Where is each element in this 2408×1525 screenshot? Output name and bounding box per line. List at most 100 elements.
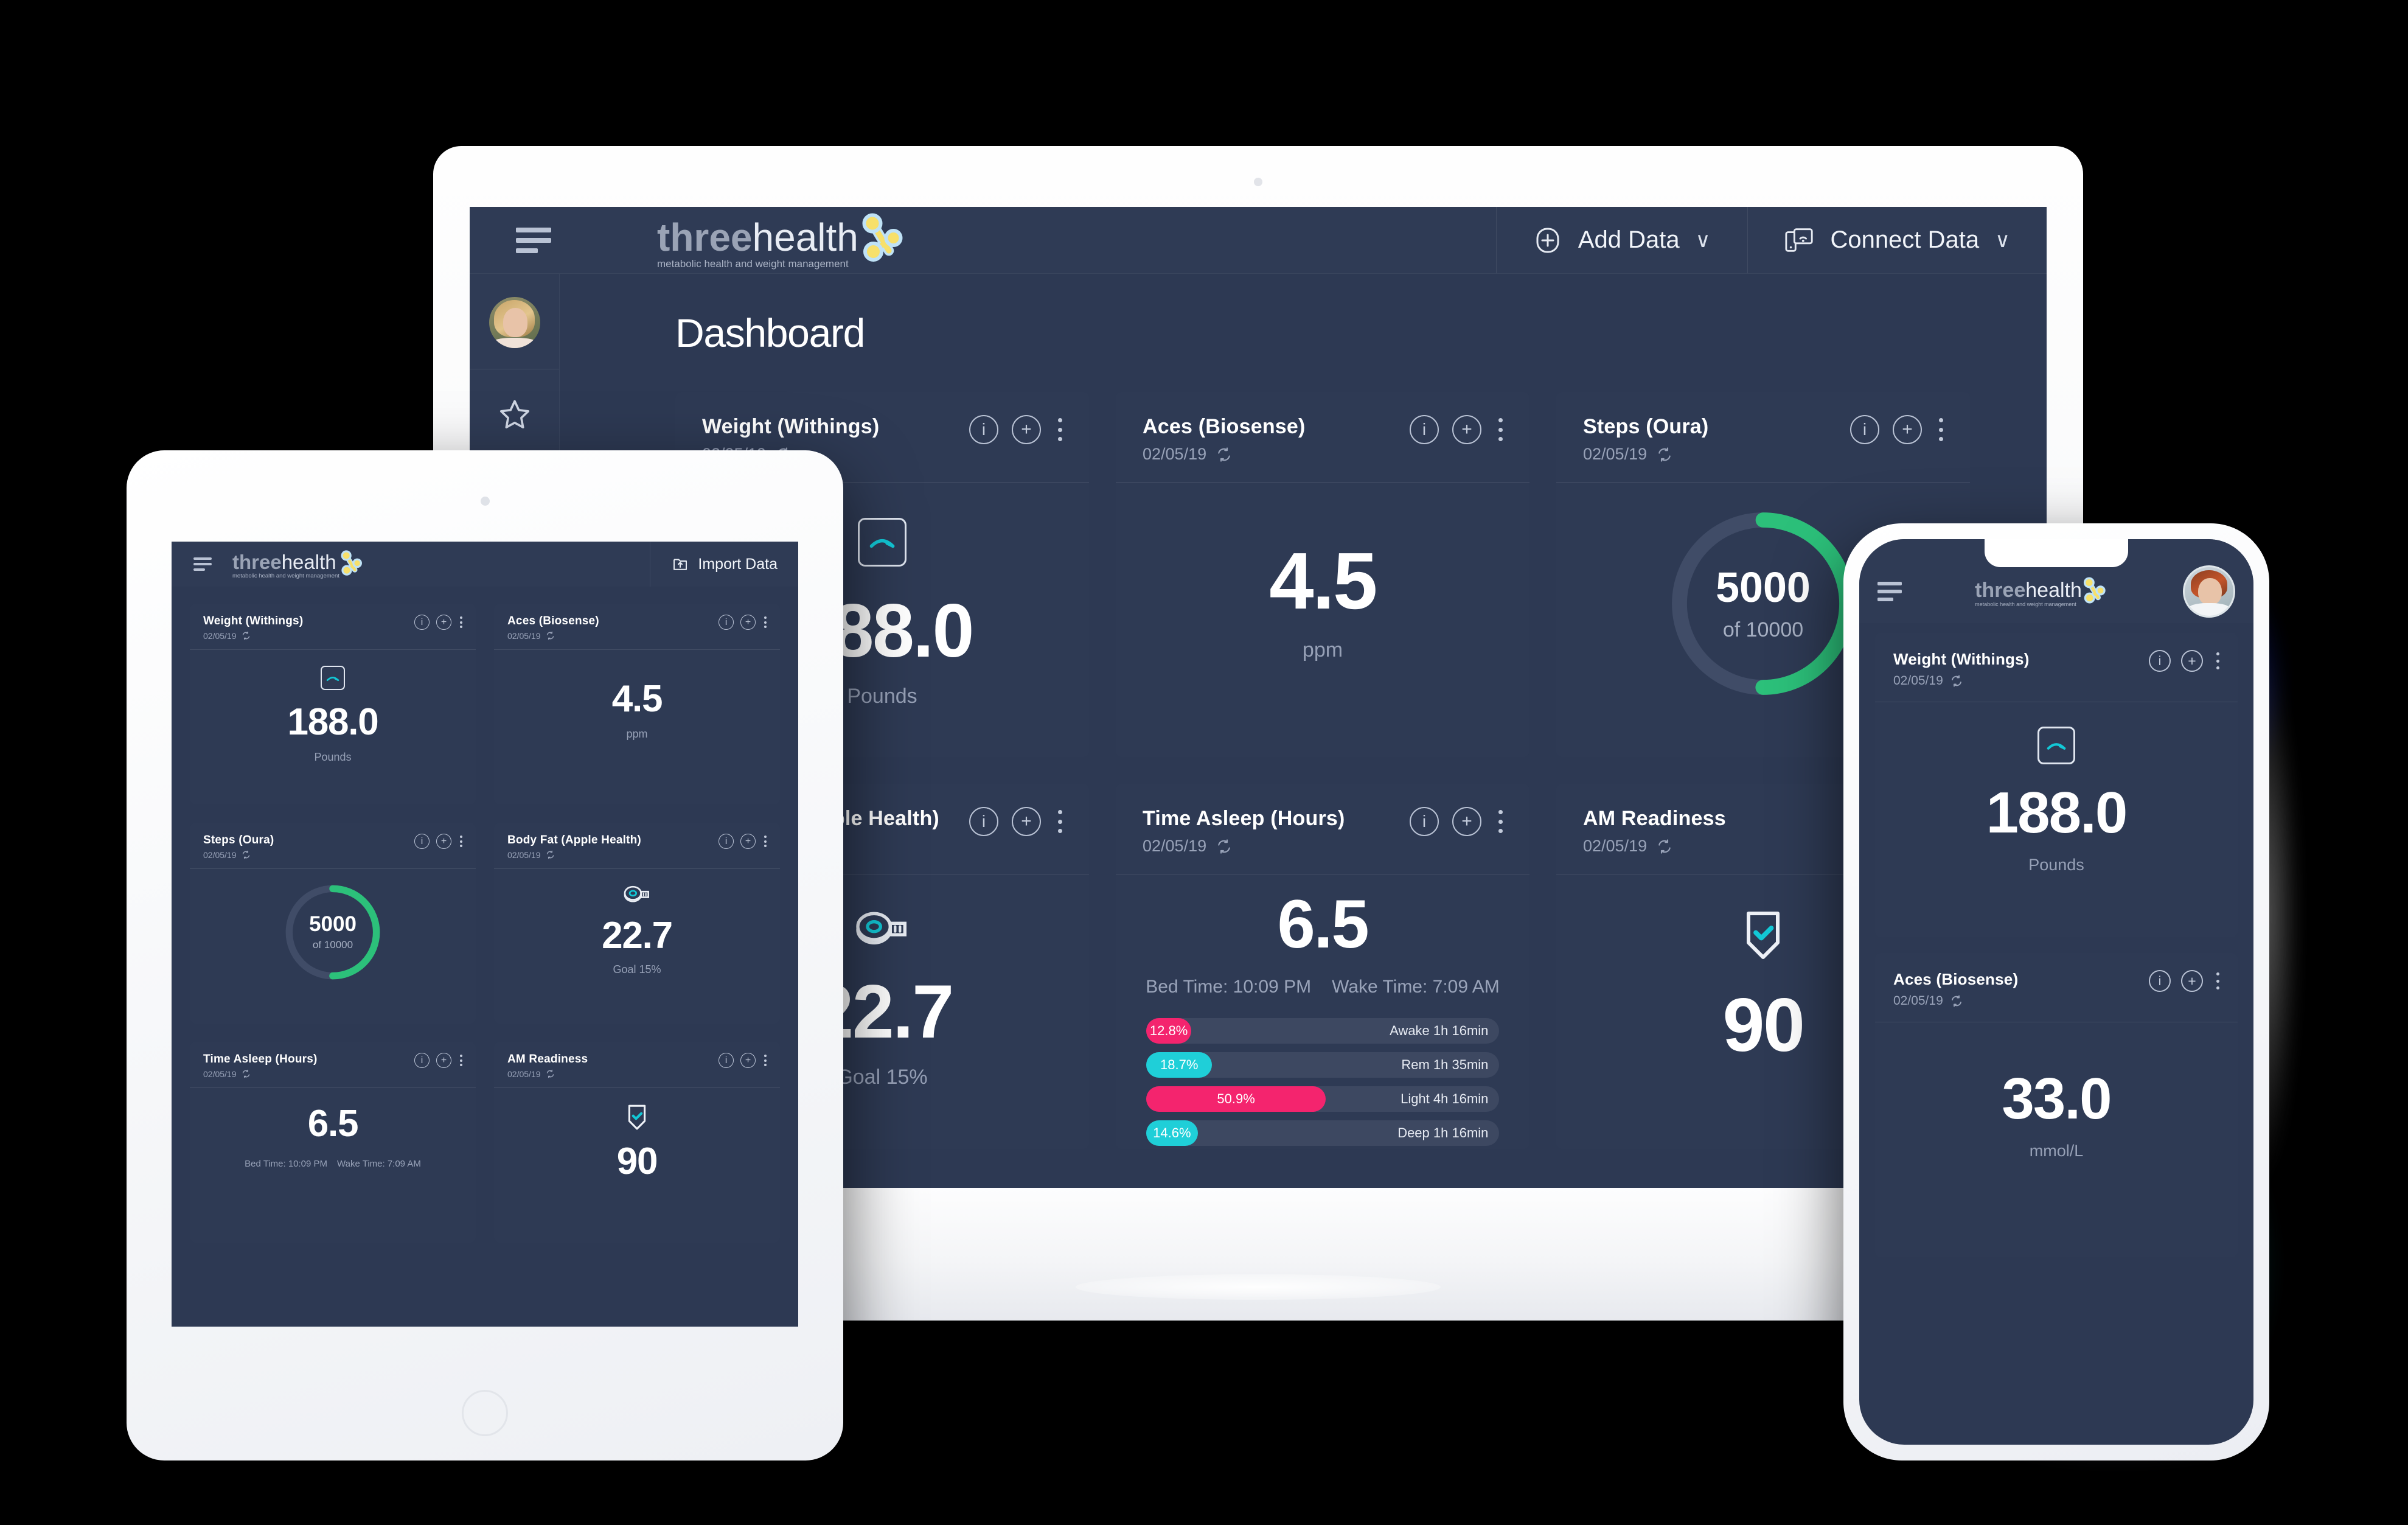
brand-logo: threehealth metabolic health and weight … (657, 211, 911, 270)
info-icon[interactable]: i (719, 1053, 734, 1068)
sync-icon[interactable] (1655, 445, 1674, 464)
card-aces-biosense[interactable]: Aces (Biosense) 02/05/19 i + (1116, 392, 1529, 757)
card-unit: Pounds (2028, 856, 2084, 874)
sidebar-item-favorites[interactable] (470, 369, 559, 461)
brand-logo: threehealth metabolic health and weight … (232, 549, 366, 579)
brand-tagline: metabolic health and weight management (232, 573, 339, 579)
card-title: Aces (Biosense) (507, 615, 599, 627)
brand-logo: threehealth metabolic health and weight … (1975, 576, 2110, 607)
more-options-icon[interactable] (764, 1055, 767, 1066)
chevron-down-icon[interactable]: ∨ (1696, 228, 1711, 253)
info-icon[interactable]: i (414, 1053, 430, 1068)
sync-icon[interactable] (545, 850, 555, 860)
more-options-icon[interactable] (2216, 652, 2219, 669)
info-icon[interactable]: i (1410, 415, 1439, 444)
sync-icon[interactable] (1655, 837, 1674, 856)
card-unit: ppm (1302, 638, 1343, 661)
more-options-icon[interactable] (460, 836, 462, 847)
info-icon[interactable]: i (414, 615, 430, 630)
more-options-icon[interactable] (460, 1055, 462, 1066)
card-time-asleep-hours[interactable]: Time Asleep (Hours) 02/05/19 i + 6.5 Bed… (1116, 784, 1529, 1149)
add-icon[interactable]: + (740, 1053, 756, 1068)
more-options-icon[interactable] (764, 836, 767, 847)
import-data-button[interactable]: Import Data (650, 542, 798, 587)
card-time-asleep-hours[interactable]: Time Asleep (Hours) 02/05/19 i + 6.5 Bed… (190, 1042, 476, 1243)
chevron-down-icon[interactable]: ∨ (1995, 228, 2010, 253)
avatar[interactable] (489, 297, 540, 348)
add-icon[interactable]: + (2181, 650, 2203, 672)
sync-icon[interactable] (545, 630, 555, 641)
add-icon[interactable]: + (1452, 415, 1481, 444)
card-body-fat-apple-health[interactable]: Body Fat (Apple Health) 02/05/19 i + 22.… (494, 823, 780, 1024)
info-icon[interactable]: i (719, 615, 734, 630)
add-icon[interactable]: + (2181, 970, 2203, 992)
card-aces-biosense[interactable]: Aces (Biosense) 02/05/19 i + (494, 604, 780, 804)
add-icon[interactable]: + (436, 615, 451, 630)
hamburger-menu-icon[interactable] (516, 227, 551, 253)
card-steps-oura[interactable]: Steps (Oura) 02/05/19 i + 5000 of 10000 (190, 823, 476, 1024)
avatar[interactable] (2183, 565, 2235, 618)
more-options-icon[interactable] (1498, 810, 1503, 833)
brand-tagline: metabolic health and weight management (657, 257, 849, 270)
more-options-icon[interactable] (764, 616, 767, 628)
add-data-button[interactable]: Add Data ∨ (1495, 207, 1747, 273)
info-icon[interactable]: i (969, 807, 998, 836)
card-date: 02/05/19 (1893, 674, 1943, 688)
card-weight-withings[interactable]: Weight (Withings) 02/05/19 i + 188.0 Pou… (1875, 633, 2238, 937)
hamburger-menu-icon[interactable] (193, 557, 212, 571)
sync-icon[interactable] (241, 630, 251, 641)
add-icon[interactable]: + (436, 1053, 451, 1068)
phone-notch (1985, 539, 2128, 567)
add-icon[interactable]: + (740, 834, 756, 849)
card-aces-biosense[interactable]: Aces (Biosense) 02/05/19 i + (1875, 953, 2238, 1257)
add-icon[interactable]: + (1893, 415, 1922, 444)
add-icon[interactable]: + (740, 615, 756, 630)
card-unit: Pounds (314, 751, 352, 763)
more-options-icon[interactable] (1498, 418, 1503, 441)
info-icon[interactable]: i (414, 834, 430, 849)
info-icon[interactable]: i (2149, 970, 2171, 992)
tablet-home-button[interactable] (462, 1390, 508, 1436)
brand-name-light: health (281, 551, 336, 573)
sleep-stage-label: Awake 1h 16min (1390, 1023, 1489, 1038)
sync-icon[interactable] (1949, 994, 1964, 1008)
gauge-value: 5000 (1716, 563, 1811, 611)
sync-icon[interactable] (241, 850, 251, 860)
more-options-icon[interactable] (1939, 418, 1943, 441)
molecule-logo-icon (341, 550, 362, 576)
brand-name-light: health (752, 215, 858, 259)
card-value: 4.5 (611, 678, 663, 720)
info-icon[interactable]: i (969, 415, 998, 444)
brand-name-bold: three (657, 215, 753, 259)
sync-icon[interactable] (1215, 445, 1233, 464)
add-icon[interactable]: + (1012, 415, 1041, 444)
info-icon[interactable]: i (2149, 650, 2171, 672)
info-icon[interactable]: i (1410, 807, 1439, 836)
card-am-readiness[interactable]: AM Readiness 02/05/19 i + (494, 1042, 780, 1243)
sleep-stage-label: Rem 1h 35min (1401, 1057, 1489, 1072)
more-options-icon[interactable] (460, 616, 462, 628)
add-icon[interactable]: + (436, 834, 451, 849)
sync-icon[interactable] (1949, 674, 1964, 688)
card-date: 02/05/19 (1583, 445, 1648, 463)
more-options-icon[interactable] (1058, 810, 1062, 833)
card-date: 02/05/19 (507, 850, 541, 860)
sync-icon[interactable] (545, 1069, 555, 1079)
connect-data-button[interactable]: Connect Data ∨ (1747, 207, 2047, 273)
info-icon[interactable]: i (1850, 415, 1879, 444)
card-date: 02/05/19 (507, 630, 541, 641)
more-options-icon[interactable] (2216, 972, 2219, 989)
card-weight-withings[interactable]: Weight (Withings) 02/05/19 i + 188.0 Pou… (190, 604, 476, 804)
card-value: 6.5 (1277, 886, 1369, 962)
sync-icon[interactable] (1215, 837, 1233, 856)
add-icon[interactable]: + (1012, 807, 1041, 836)
add-icon[interactable]: + (1452, 807, 1481, 836)
card-date: 02/05/19 (1143, 837, 1207, 855)
card-unit: Goal 15% (837, 1066, 928, 1089)
hamburger-menu-icon[interactable] (1877, 582, 1902, 601)
sleep-stage-row: 12.8% Awake 1h 16min (1146, 1018, 1499, 1044)
info-icon[interactable]: i (719, 834, 734, 849)
card-title: Steps (Oura) (1583, 415, 1709, 438)
sync-icon[interactable] (241, 1069, 251, 1079)
more-options-icon[interactable] (1058, 418, 1062, 441)
